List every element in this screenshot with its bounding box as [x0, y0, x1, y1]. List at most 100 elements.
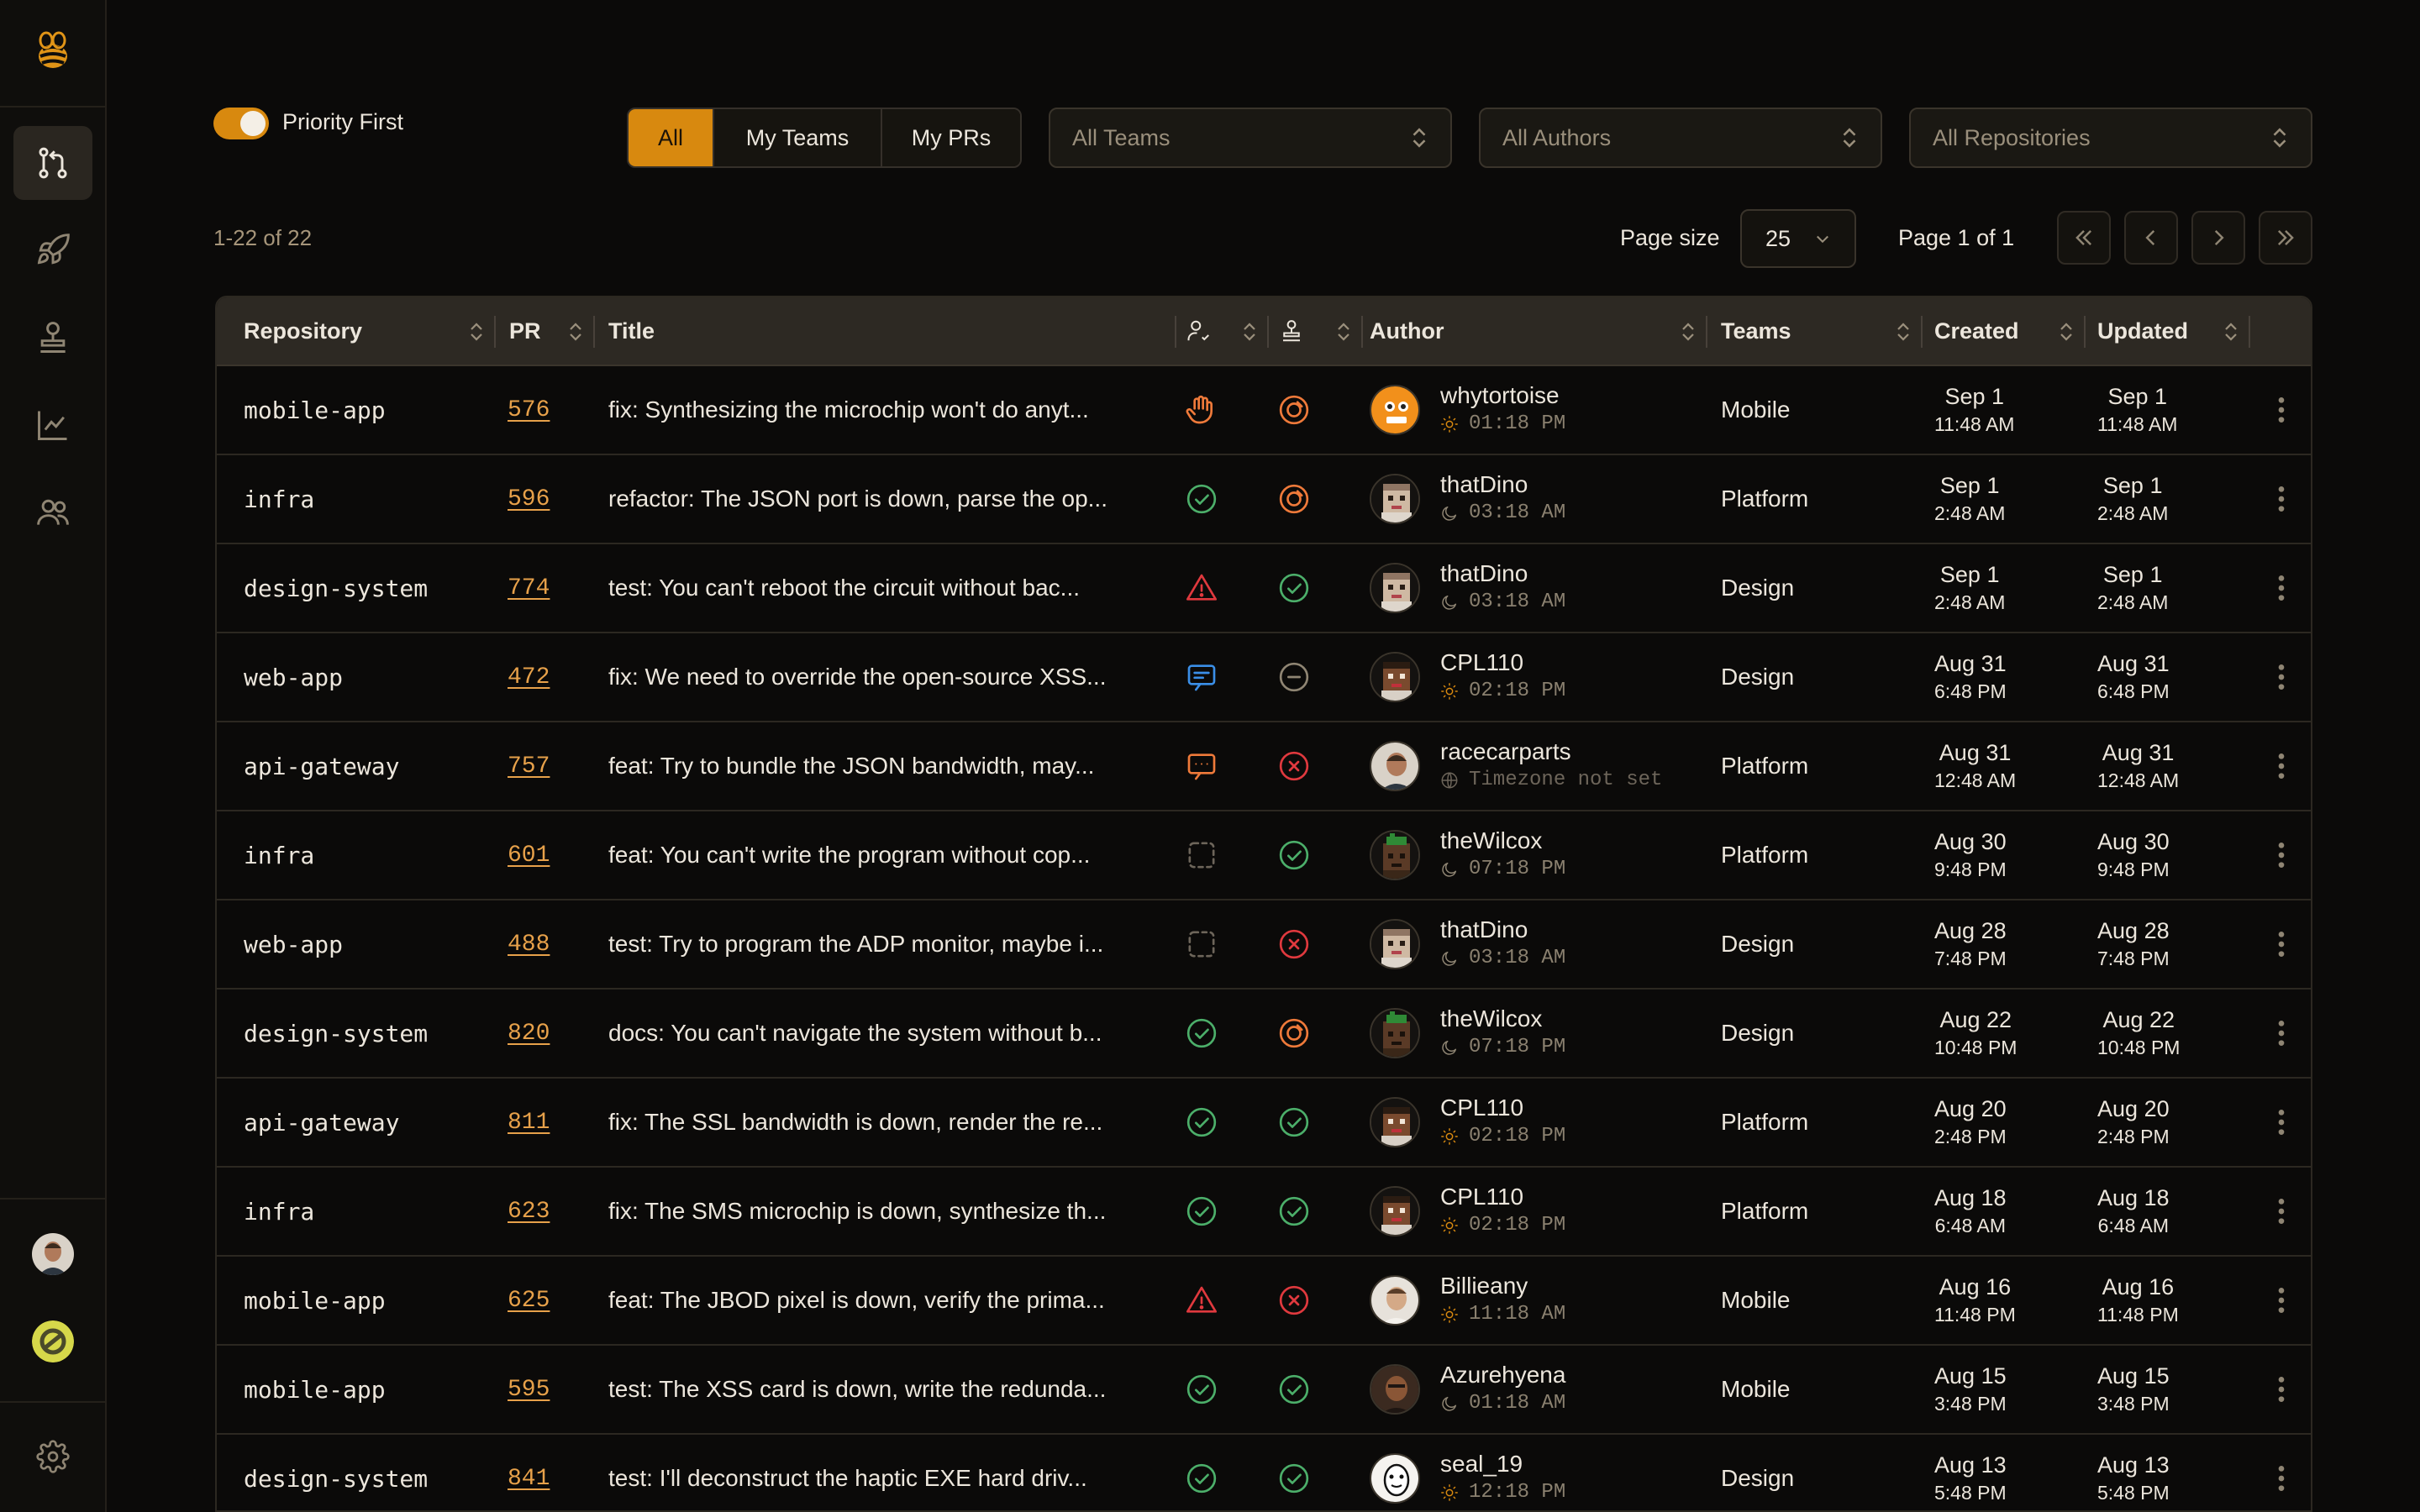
- last-page-button[interactable]: [2259, 211, 2312, 265]
- nav-settings[interactable]: [13, 1421, 92, 1492]
- table-row[interactable]: mobile-app 625 feat: The JBOD pixel is d…: [217, 1257, 2311, 1346]
- pr-number-link[interactable]: 576: [508, 366, 550, 454]
- column-teams[interactable]: Teams: [1721, 297, 1921, 365]
- user-avatar[interactable]: [32, 1233, 74, 1275]
- row-more-button[interactable]: [2269, 811, 2294, 899]
- more-vertical-icon: [2278, 1466, 2285, 1491]
- table-row[interactable]: infra 596 refactor: The JSON port is dow…: [217, 455, 2311, 544]
- row-more-button[interactable]: [2269, 900, 2294, 988]
- row-more-button[interactable]: [2269, 1435, 2294, 1510]
- table-row[interactable]: design-system 774 test: You can't reboot…: [217, 544, 2311, 633]
- column-review-status[interactable]: [1186, 297, 1267, 365]
- table-row[interactable]: web-app 472 fix: We need to override the…: [217, 633, 2311, 722]
- pr-title[interactable]: feat: The JBOD pixel is down, verify the…: [608, 1257, 1171, 1344]
- pr-number-link[interactable]: 596: [508, 455, 550, 543]
- column-created[interactable]: Created: [1934, 297, 2084, 365]
- nav-analytics[interactable]: [13, 388, 92, 462]
- pr-number-link[interactable]: 841: [508, 1435, 550, 1510]
- table-row[interactable]: design-system 841 test: I'll deconstruct…: [217, 1435, 2311, 1510]
- pr-title[interactable]: fix: The SSL bandwidth is down, render t…: [608, 1079, 1171, 1166]
- table-row[interactable]: mobile-app 595 test: The XSS card is dow…: [217, 1346, 2311, 1435]
- pr-number-link[interactable]: 623: [508, 1168, 550, 1255]
- row-more-button[interactable]: [2269, 366, 2294, 454]
- author-cell[interactable]: CPL110 02:18 PM: [1370, 1079, 1565, 1166]
- table-row[interactable]: mobile-app 576 fix: Synthesizing the mic…: [217, 366, 2311, 455]
- table-row[interactable]: web-app 488 test: Try to program the ADP…: [217, 900, 2311, 990]
- nav-deployments[interactable]: [13, 213, 92, 287]
- pr-title[interactable]: refactor: The JSON port is down, parse t…: [608, 455, 1171, 543]
- pr-number-link[interactable]: 774: [508, 544, 550, 632]
- nav-teams[interactable]: [13, 475, 92, 549]
- pr-number-link[interactable]: 820: [508, 990, 550, 1077]
- pr-number-link[interactable]: 595: [508, 1346, 550, 1433]
- pr-number-link[interactable]: 601: [508, 811, 550, 899]
- pr-number-link[interactable]: 811: [508, 1079, 550, 1166]
- authors-select[interactable]: All Authors: [1479, 108, 1882, 168]
- nav-reviewers[interactable]: [13, 301, 92, 375]
- pr-title[interactable]: fix: Synthesizing the microchip won't do…: [608, 366, 1171, 454]
- author-cell[interactable]: seal_19 12:18 PM: [1370, 1435, 1565, 1510]
- author-cell[interactable]: whytortoise 01:18 PM: [1370, 366, 1565, 454]
- pr-title[interactable]: fix: The SMS microchip is down, synthesi…: [608, 1168, 1171, 1255]
- pr-title[interactable]: feat: You can't write the program withou…: [608, 811, 1171, 899]
- bee-logo-icon[interactable]: [0, 0, 105, 108]
- author-cell[interactable]: theWilcox 07:18 PM: [1370, 811, 1565, 899]
- row-more-button[interactable]: [2269, 544, 2294, 632]
- row-more-button[interactable]: [2269, 990, 2294, 1077]
- pr-title[interactable]: fix: We need to override the open-source…: [608, 633, 1171, 721]
- pr-title[interactable]: test: The XSS card is down, write the re…: [608, 1346, 1171, 1433]
- pr-number-link[interactable]: 625: [508, 1257, 550, 1344]
- row-more-button[interactable]: [2269, 633, 2294, 721]
- author-cell[interactable]: thatDino 03:18 AM: [1370, 900, 1565, 988]
- pr-title[interactable]: test: You can't reboot the circuit witho…: [608, 544, 1171, 632]
- created-date: Aug 16 11:48 PM: [1934, 1274, 2016, 1326]
- author-cell[interactable]: Azurehyena 01:18 AM: [1370, 1346, 1565, 1433]
- chevrons-up-down-icon: [1843, 128, 1856, 148]
- column-ci-status[interactable]: [1279, 297, 1361, 365]
- author-cell[interactable]: racecarparts Timezone not set: [1370, 722, 1662, 810]
- next-page-button[interactable]: [2191, 211, 2245, 265]
- nav-pull-requests[interactable]: [13, 126, 92, 200]
- author-cell[interactable]: thatDino 03:18 AM: [1370, 544, 1565, 632]
- column-updated[interactable]: Updated: [2097, 297, 2249, 365]
- row-more-button[interactable]: [2269, 455, 2294, 543]
- prev-page-button[interactable]: [2124, 211, 2178, 265]
- pr-title[interactable]: test: I'll deconstruct the haptic EXE ha…: [608, 1435, 1171, 1510]
- column-pr[interactable]: PR: [509, 297, 593, 365]
- row-more-button[interactable]: [2269, 1257, 2294, 1344]
- author-cell[interactable]: CPL110 02:18 PM: [1370, 1168, 1565, 1255]
- row-more-button[interactable]: [2269, 1168, 2294, 1255]
- pr-title[interactable]: test: Try to program the ADP monitor, ma…: [608, 900, 1171, 988]
- pr-number-link[interactable]: 757: [508, 722, 550, 810]
- author-cell[interactable]: theWilcox 07:18 PM: [1370, 990, 1565, 1077]
- segment-all[interactable]: All: [629, 109, 714, 166]
- column-author[interactable]: Author: [1370, 297, 1706, 365]
- row-more-button[interactable]: [2269, 1079, 2294, 1166]
- org-avatar[interactable]: [32, 1320, 74, 1362]
- priority-first-toggle[interactable]: [213, 108, 269, 139]
- table-row[interactable]: api-gateway 757 feat: Try to bundle the …: [217, 722, 2311, 811]
- segment-my-teams[interactable]: My Teams: [714, 109, 882, 166]
- pr-number-link[interactable]: 472: [508, 633, 550, 721]
- repositories-select[interactable]: All Repositories: [1909, 108, 2312, 168]
- more-vertical-icon: [2278, 1377, 2285, 1402]
- rocket-icon: [37, 234, 70, 265]
- author-cell[interactable]: thatDino 03:18 AM: [1370, 455, 1565, 543]
- author-cell[interactable]: CPL110 02:18 PM: [1370, 633, 1565, 721]
- row-more-button[interactable]: [2269, 722, 2294, 810]
- column-repository[interactable]: Repository: [244, 297, 494, 365]
- author-cell[interactable]: Billieany 11:18 AM: [1370, 1257, 1565, 1344]
- pr-title[interactable]: docs: You can't navigate the system with…: [608, 990, 1171, 1077]
- pr-number-link[interactable]: 488: [508, 900, 550, 988]
- table-row[interactable]: design-system 820 docs: You can't naviga…: [217, 990, 2311, 1079]
- segment-my-prs[interactable]: My PRs: [882, 109, 1020, 166]
- table-row[interactable]: infra 623 fix: The SMS microchip is down…: [217, 1168, 2311, 1257]
- table-row[interactable]: api-gateway 811 fix: The SSL bandwidth i…: [217, 1079, 2311, 1168]
- page-size-select[interactable]: 25: [1740, 209, 1856, 268]
- updated-date: Aug 22 10:48 PM: [2097, 1007, 2181, 1058]
- pr-title[interactable]: feat: Try to bundle the JSON bandwidth, …: [608, 722, 1171, 810]
- teams-select[interactable]: All Teams: [1049, 108, 1452, 168]
- table-row[interactable]: infra 601 feat: You can't write the prog…: [217, 811, 2311, 900]
- row-more-button[interactable]: [2269, 1346, 2294, 1433]
- first-page-button[interactable]: [2057, 211, 2111, 265]
